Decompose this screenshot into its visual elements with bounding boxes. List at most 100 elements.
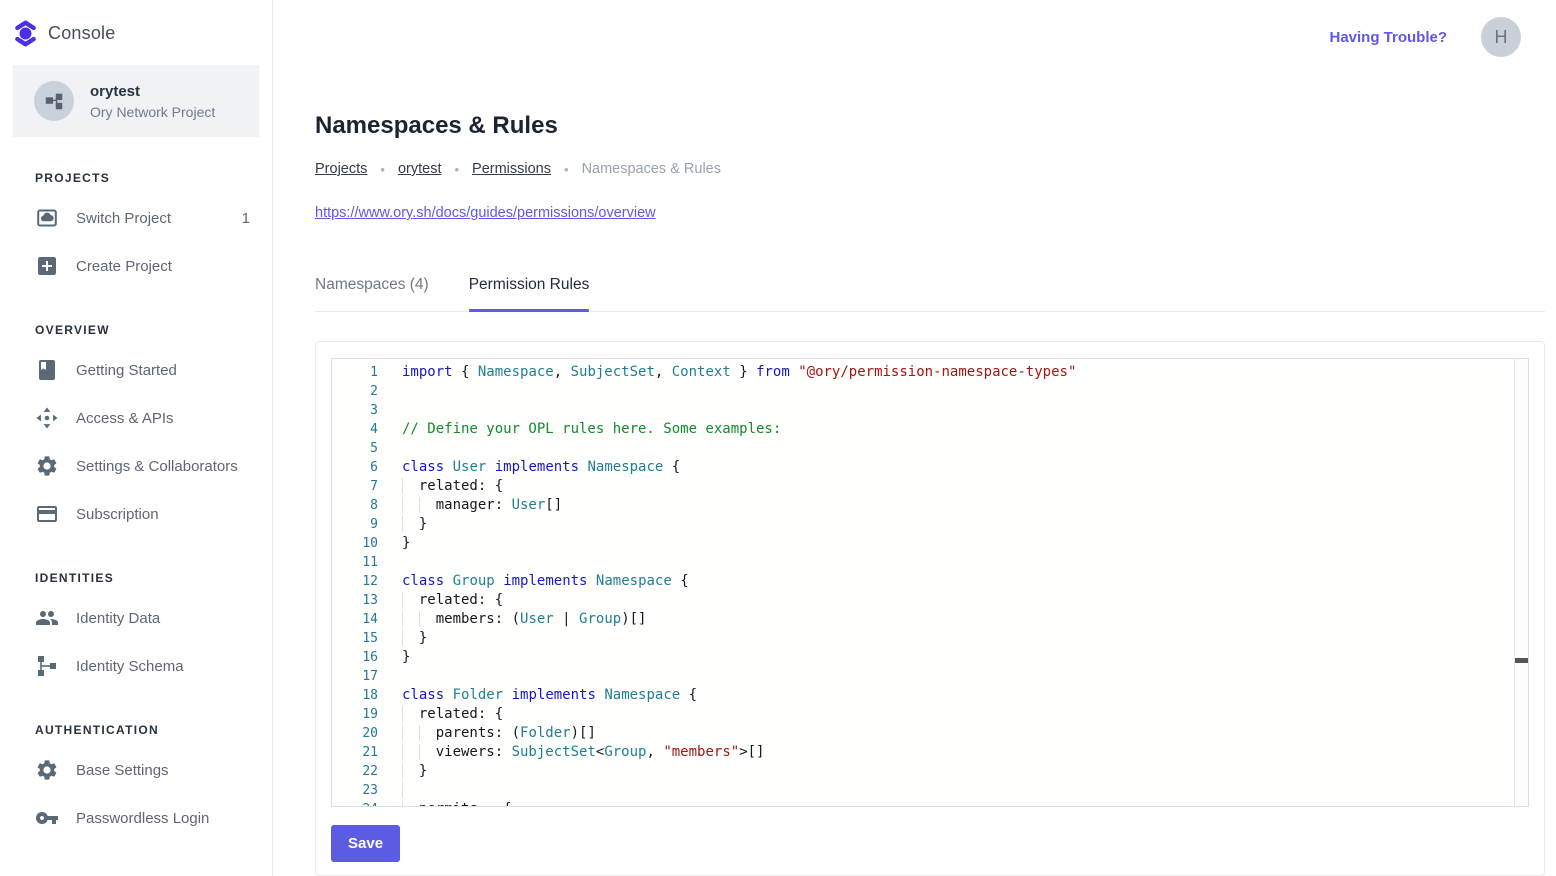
sidebar-item-subscription[interactable]: Subscription (0, 490, 272, 538)
docs-link[interactable]: https://www.ory.sh/docs/guides/permissio… (315, 205, 656, 221)
line-number: 20 (332, 724, 378, 743)
tab-namespaces-4[interactable]: Namespaces (4) (315, 276, 429, 311)
switch-project-icon (35, 206, 59, 230)
page-content: Namespaces & Rules Projects • orytest • Perm… (273, 74, 1556, 876)
tab-permission-rules[interactable]: Permission Rules (469, 276, 590, 311)
sidebar-item-label: Identity Schema (76, 658, 184, 675)
sidebar-nav: PROJECTS Switch Project 1 Create Project OVE… (0, 171, 272, 842)
editor-line: 12class Group implements Namespace { (332, 572, 1528, 591)
breadcrumb: Projects • orytest • Permissions • Namespaces … (315, 161, 1545, 177)
editor-line: 15 } (332, 629, 1528, 648)
editor-content: 1import { Namespace, SubjectSet, Context… (332, 359, 1528, 807)
line-number: 1 (332, 363, 378, 382)
sidebar-item-label: Switch Project (76, 210, 171, 227)
line-number: 24 (332, 800, 378, 807)
nav-section-label-identities: IDENTITIES (0, 571, 272, 585)
nav-section-label-overview: OVERVIEW (0, 323, 272, 337)
user-avatar[interactable]: H (1481, 17, 1521, 57)
line-number: 19 (332, 705, 378, 724)
editor-line: 2 (332, 382, 1528, 401)
editor-line: 16} (332, 648, 1528, 667)
sidebar-item-settings-collaborators[interactable]: Settings & Collaborators (0, 442, 272, 490)
sidebar-item-label: Settings & Collaborators (76, 458, 238, 475)
sidebar-item-label: Identity Data (76, 610, 160, 627)
permission-rules-panel: 1import { Namespace, SubjectSet, Context… (315, 341, 1545, 876)
sidebar-item-create-project[interactable]: Create Project (0, 242, 272, 290)
sidebar-item-label: Getting Started (76, 362, 177, 379)
identity-schema-icon (35, 654, 59, 678)
topbar: Having Trouble? H (273, 0, 1556, 74)
editor-line: 5 (332, 439, 1528, 458)
editor-line: 17 (332, 667, 1528, 686)
editor-line: 23 (332, 781, 1528, 800)
breadcrumb-current: Namespaces & Rules (582, 161, 721, 177)
sidebar-item-access-apis[interactable]: Access & APIs (0, 394, 272, 442)
sidebar-item-label: Passwordless Login (76, 810, 209, 827)
app-root: Console orytest Ory Network Project PROJ… (0, 0, 1556, 876)
editor-line: 4// Define your OPL rules here. Some exa… (332, 420, 1528, 439)
project-avatar (34, 81, 74, 121)
line-number: 4 (332, 420, 378, 439)
line-number: 11 (332, 553, 378, 572)
line-number: 21 (332, 743, 378, 762)
line-number: 9 (332, 515, 378, 534)
editor-scrollbar-thumb[interactable] (1515, 658, 1528, 663)
editor-line: 13 related: { (332, 591, 1528, 610)
sidebar-item-identity-data[interactable]: Identity Data (0, 594, 272, 642)
nav-section-label-projects: PROJECTS (0, 171, 272, 185)
editor-line: 24 permits = { (332, 800, 1528, 807)
line-number: 3 (332, 401, 378, 420)
line-number: 14 (332, 610, 378, 629)
code-editor[interactable]: 1import { Namespace, SubjectSet, Context… (331, 358, 1529, 807)
sidebar-item-getting-started[interactable]: Getting Started (0, 346, 272, 394)
breadcrumb-item-orytest[interactable]: orytest (398, 161, 442, 177)
brand[interactable]: Console (0, 0, 272, 65)
save-button[interactable]: Save (331, 825, 400, 862)
editor-line: 20 parents: (Folder)[] (332, 724, 1528, 743)
editor-line: 8 manager: User[] (332, 496, 1528, 515)
line-number: 15 (332, 629, 378, 648)
breadcrumb-separator: • (454, 162, 459, 177)
sidebar-item-label: Base Settings (76, 762, 169, 779)
project-type: Ory Network Project (90, 104, 215, 120)
sidebar-item-passwordless-login[interactable]: Passwordless Login (0, 794, 272, 842)
sidebar-item-base-settings[interactable]: Base Settings (0, 746, 272, 794)
settings-icon (35, 454, 59, 478)
main-area: Having Trouble? H Namespaces & Rules Pro… (273, 0, 1556, 876)
passwordless-icon (35, 806, 59, 830)
line-number: 18 (332, 686, 378, 705)
line-number: 6 (332, 458, 378, 477)
sidebar: Console orytest Ory Network Project PROJ… (0, 0, 273, 876)
breadcrumb-separator: • (564, 162, 569, 177)
editor-line: 18class Folder implements Namespace { (332, 686, 1528, 705)
line-number: 7 (332, 477, 378, 496)
breadcrumb-item-permissions[interactable]: Permissions (472, 161, 551, 177)
breadcrumb-separator: • (380, 162, 385, 177)
sidebar-item-label: Create Project (76, 258, 172, 275)
line-number: 23 (332, 781, 378, 800)
editor-line: 21 viewers: SubjectSet<Group, "members">… (332, 743, 1528, 762)
sidebar-item-switch-project[interactable]: Switch Project 1 (0, 194, 272, 242)
identity-data-icon (35, 606, 59, 630)
line-number: 17 (332, 667, 378, 686)
editor-line: 11 (332, 553, 1528, 572)
project-count-badge: 1 (242, 210, 250, 227)
line-number: 16 (332, 648, 378, 667)
project-card[interactable]: orytest Ory Network Project (13, 65, 259, 137)
having-trouble-link[interactable]: Having Trouble? (1329, 29, 1447, 46)
nav-section-label-authentication: AUTHENTICATION (0, 723, 272, 737)
sidebar-item-label: Subscription (76, 506, 159, 523)
editor-line: 14 members: (User | Group)[] (332, 610, 1528, 629)
line-number: 22 (332, 762, 378, 781)
editor-line: 6class User implements Namespace { (332, 458, 1528, 477)
line-number: 12 (332, 572, 378, 591)
sidebar-item-label: Access & APIs (76, 410, 174, 427)
editor-scrollbar[interactable] (1514, 359, 1528, 806)
breadcrumb-item-projects[interactable]: Projects (315, 161, 367, 177)
create-project-icon (35, 254, 59, 278)
sidebar-item-identity-schema[interactable]: Identity Schema (0, 642, 272, 690)
getting-started-icon (35, 358, 59, 382)
access-apis-icon (35, 406, 59, 430)
line-number: 2 (332, 382, 378, 401)
editor-line: 1import { Namespace, SubjectSet, Context… (332, 363, 1528, 382)
